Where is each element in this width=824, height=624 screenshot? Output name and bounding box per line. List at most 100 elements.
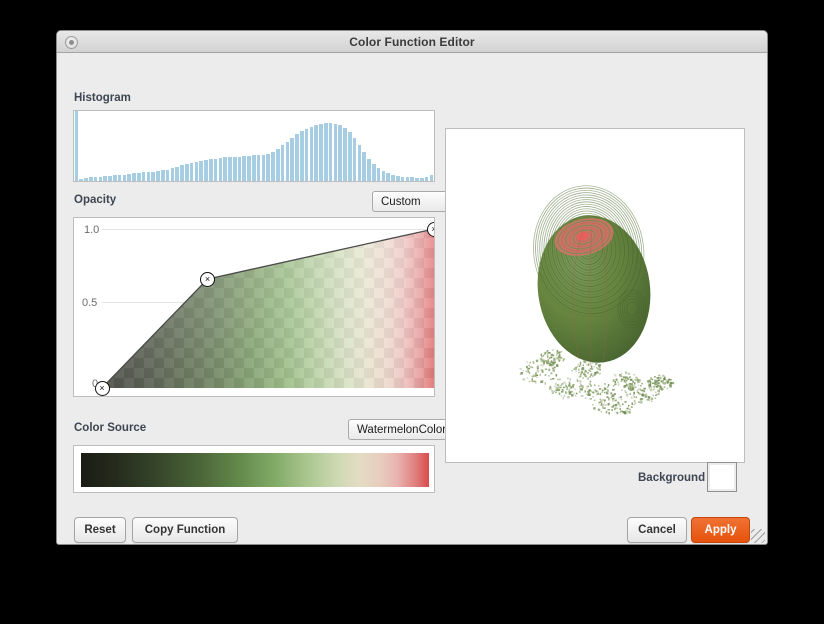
histogram-bar bbox=[338, 125, 343, 181]
histogram-bar bbox=[400, 176, 405, 181]
resize-grip-icon[interactable] bbox=[751, 529, 765, 543]
histogram-bar bbox=[309, 126, 314, 181]
title-bar[interactable]: Color Function Editor bbox=[57, 31, 767, 53]
histogram-bar bbox=[261, 154, 266, 181]
histogram-bar bbox=[151, 171, 155, 181]
histogram-bar bbox=[160, 170, 165, 181]
volume-render-graphic bbox=[519, 185, 675, 415]
histogram-bar bbox=[314, 125, 319, 181]
histogram-bar bbox=[252, 155, 256, 181]
histogram-bar bbox=[146, 171, 151, 181]
histogram-bars bbox=[74, 111, 434, 181]
histogram-bar bbox=[290, 138, 295, 181]
histogram-bar bbox=[117, 174, 122, 181]
histogram-bar bbox=[247, 156, 251, 181]
histogram-bar bbox=[103, 176, 107, 181]
histogram-bar bbox=[204, 159, 208, 181]
histogram-bar bbox=[256, 155, 261, 181]
opacity-function-editor[interactable]: 1.0 0.5 0 ××× bbox=[73, 217, 435, 397]
color-source-label: Color Source bbox=[74, 422, 147, 434]
histogram-bar bbox=[271, 152, 275, 181]
histogram-label: Histogram bbox=[74, 92, 131, 104]
histogram-bar bbox=[127, 173, 131, 181]
histogram-bar bbox=[391, 174, 395, 181]
histogram-bar bbox=[175, 166, 179, 181]
histogram-bar bbox=[405, 177, 410, 181]
opacity-label: Opacity bbox=[74, 194, 117, 206]
histogram-bar bbox=[228, 157, 232, 181]
opacity-control-point[interactable]: × bbox=[426, 221, 434, 237]
histogram-bar bbox=[223, 157, 227, 181]
histogram-bar bbox=[184, 163, 189, 181]
histogram-bar bbox=[74, 111, 79, 181]
histogram-bar bbox=[280, 145, 285, 181]
histogram-bar bbox=[170, 168, 175, 181]
histogram-panel bbox=[73, 110, 435, 182]
histogram-bar bbox=[242, 156, 247, 181]
color-source-value: WatermelonColors bbox=[357, 423, 452, 436]
reset-button[interactable]: Reset bbox=[74, 517, 126, 543]
histogram-bar bbox=[180, 165, 184, 181]
histogram-bar bbox=[112, 175, 117, 181]
histogram-bar bbox=[79, 178, 83, 181]
histogram-bar bbox=[300, 131, 304, 181]
histogram-bar bbox=[367, 158, 371, 181]
screen: Color Function Editor Histogram Opacity … bbox=[0, 0, 824, 624]
histogram-bar bbox=[395, 176, 400, 181]
histogram-bar bbox=[410, 177, 414, 181]
histogram-bar bbox=[266, 153, 271, 181]
histogram-bar bbox=[295, 133, 299, 181]
dialog-body: Histogram Opacity Custom ▲▼ 1.0 0.5 0 ××… bbox=[57, 53, 767, 544]
histogram-bar bbox=[328, 123, 333, 181]
histogram-bar bbox=[424, 177, 429, 181]
histogram-bar bbox=[348, 132, 352, 181]
histogram-bar bbox=[208, 158, 213, 181]
histogram-bar bbox=[88, 177, 93, 181]
color-function-editor-dialog: Color Function Editor Histogram Opacity … bbox=[56, 30, 768, 545]
histogram-bar bbox=[386, 173, 390, 181]
histogram-bar bbox=[108, 176, 112, 181]
render-preview-panel[interactable] bbox=[445, 128, 745, 463]
histogram-bar bbox=[304, 128, 309, 181]
histogram-bar bbox=[381, 171, 386, 181]
histogram-bar bbox=[319, 123, 323, 181]
histogram-bar bbox=[136, 173, 141, 181]
histogram-bar bbox=[232, 156, 237, 181]
window-title: Color Function Editor bbox=[349, 34, 475, 49]
histogram-bar bbox=[194, 161, 199, 181]
histogram-bar bbox=[376, 168, 381, 181]
histogram-bar bbox=[362, 152, 367, 181]
color-ramp bbox=[81, 453, 429, 487]
histogram-bar bbox=[122, 174, 127, 181]
histogram-bar bbox=[237, 156, 242, 181]
histogram-bar bbox=[218, 158, 223, 181]
histogram-bar bbox=[429, 174, 434, 181]
background-label: Background bbox=[638, 472, 706, 484]
histogram-bar bbox=[343, 128, 347, 181]
window-control-icon[interactable] bbox=[65, 36, 78, 49]
histogram-bar bbox=[372, 163, 376, 181]
apply-button[interactable]: Apply bbox=[691, 517, 750, 543]
copy-function-button[interactable]: Copy Function bbox=[132, 517, 238, 543]
histogram-bar bbox=[84, 178, 88, 181]
histogram-bar bbox=[276, 148, 280, 181]
histogram-bar bbox=[333, 123, 338, 181]
histogram-bar bbox=[156, 171, 160, 181]
histogram-bar bbox=[93, 177, 98, 181]
histogram-bar bbox=[98, 176, 103, 181]
color-ramp-panel[interactable] bbox=[73, 445, 435, 493]
opacity-control-point[interactable]: × bbox=[200, 271, 216, 287]
histogram-bar bbox=[141, 172, 146, 181]
histogram-bar bbox=[189, 163, 194, 181]
histogram-bar bbox=[165, 169, 170, 181]
cancel-button[interactable]: Cancel bbox=[627, 517, 687, 543]
histogram-bar bbox=[415, 178, 419, 181]
opacity-curve-graphic bbox=[101, 228, 434, 389]
histogram-bar bbox=[352, 138, 357, 181]
opacity-control-point[interactable]: × bbox=[94, 380, 110, 396]
histogram-bar bbox=[132, 173, 136, 181]
histogram-bar bbox=[285, 141, 290, 181]
background-color-swatch[interactable] bbox=[707, 462, 737, 492]
opacity-preset-value: Custom bbox=[381, 195, 421, 208]
histogram-bar bbox=[199, 161, 203, 181]
